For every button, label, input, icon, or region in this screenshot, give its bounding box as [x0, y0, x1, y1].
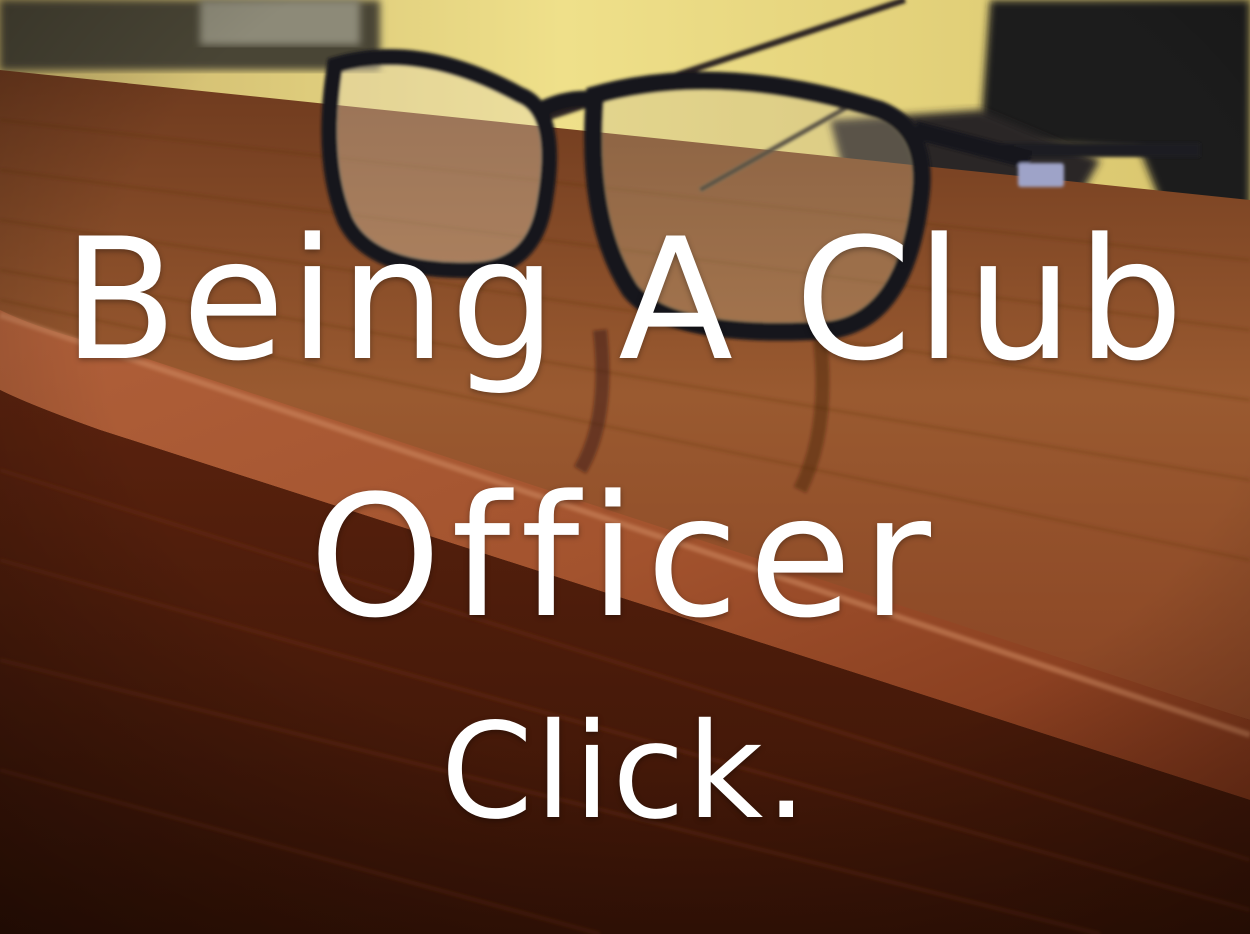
- click-link[interactable]: Click.: [0, 697, 1250, 847]
- title-line-1: Being A Club: [62, 202, 1188, 398]
- title-line-2: Officer: [309, 459, 941, 655]
- slide-background: Being A Club Officer Click.: [0, 0, 1250, 934]
